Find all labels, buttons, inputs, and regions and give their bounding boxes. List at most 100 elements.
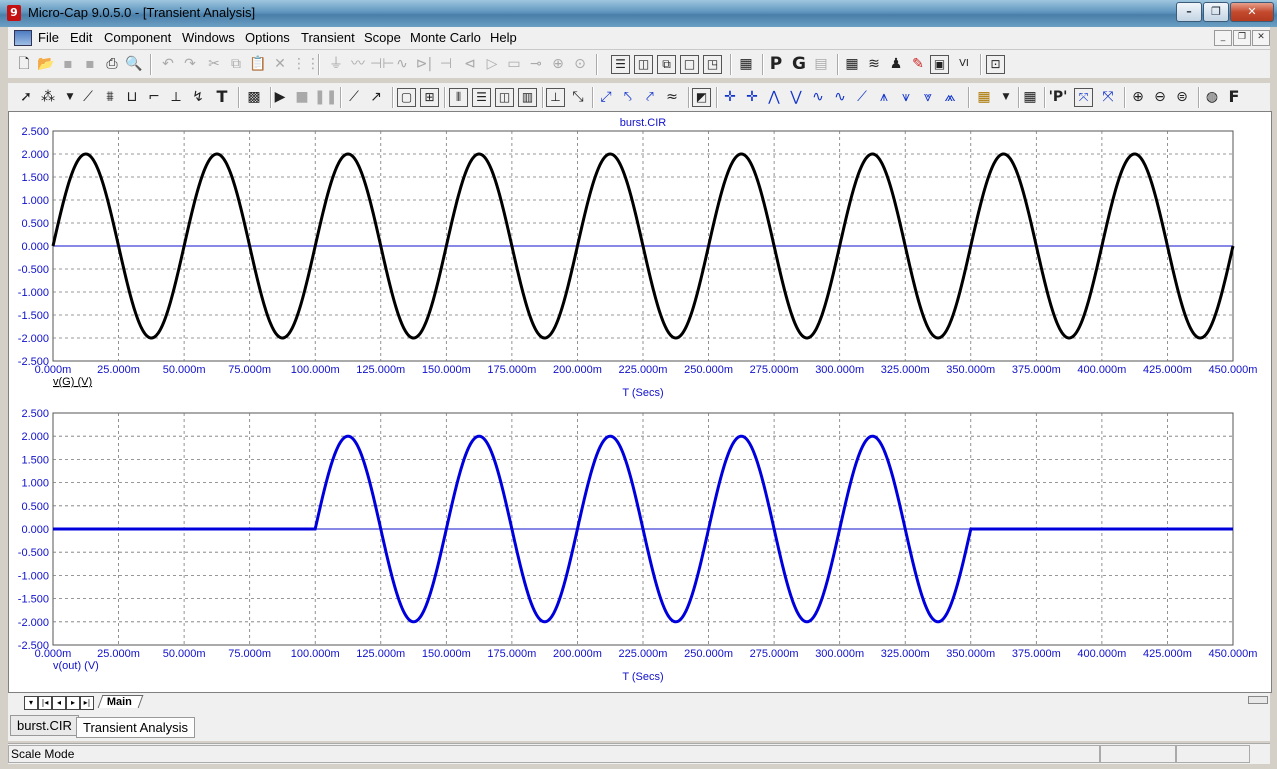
menu-help[interactable]: Help bbox=[490, 30, 517, 45]
tile-horizontal-icon[interactable]: ☰ bbox=[611, 55, 630, 74]
rectangle-tool-icon[interactable]: ▢ bbox=[397, 88, 416, 107]
zoom-out-icon[interactable]: ⊖ bbox=[1150, 87, 1170, 107]
mdi-restore-button[interactable]: ❐ bbox=[1233, 30, 1251, 46]
next-point-icon[interactable]: ✛ bbox=[720, 87, 740, 107]
frame-icon[interactable]: ▣ bbox=[930, 55, 949, 74]
plot-canvas[interactable]: 0.000m 25.000m 50.000m 75.000m 100.000m 125.0… bbox=[9, 112, 1271, 692]
tracker-off-icon[interactable]: ⤧ bbox=[1098, 87, 1118, 107]
print-icon[interactable]: ⎙ bbox=[102, 54, 122, 74]
close-button[interactable]: ✕ bbox=[1230, 2, 1274, 22]
capacitor-icon[interactable]: ⊣⊢ bbox=[370, 54, 394, 74]
minimize-button[interactable]: – bbox=[1176, 2, 1202, 22]
tab-transient-analysis[interactable]: Transient Analysis bbox=[76, 717, 196, 738]
column-icon[interactable]: ◫ bbox=[495, 88, 514, 107]
cascade-icon[interactable]: ⧉ bbox=[657, 55, 676, 74]
menu-component[interactable]: Component bbox=[104, 30, 171, 45]
diode-icon[interactable]: ⊳| bbox=[414, 54, 434, 74]
tag-icon[interactable]: ⊔ bbox=[122, 87, 142, 107]
probe-icon[interactable]: ⊙ bbox=[570, 54, 590, 74]
pause-icon[interactable]: ❚❚ bbox=[314, 87, 337, 107]
cursor-left-icon[interactable]: ⤢ bbox=[596, 87, 616, 107]
select-arrow-icon[interactable]: ➚ bbox=[16, 87, 36, 107]
slope-icon[interactable]: ⤡ bbox=[568, 87, 588, 107]
top-icon[interactable]: ⩔ bbox=[918, 87, 938, 107]
title-bar[interactable]: 9 Micro-Cap 9.0.5.0 - [Transient Analysi… bbox=[0, 0, 1277, 27]
stop-icon[interactable]: ■ bbox=[292, 87, 312, 107]
menu-monte-carlo[interactable]: Monte Carlo bbox=[410, 30, 481, 45]
prev-tab-icon[interactable]: ◂ bbox=[52, 696, 66, 710]
micro-cap-logo-icon[interactable]: 9 bbox=[7, 5, 21, 21]
animate-icon[interactable]: ◩ bbox=[692, 88, 711, 107]
cursor-right-icon[interactable]: ⤣ bbox=[618, 87, 638, 107]
delete-icon[interactable]: ✕ bbox=[270, 54, 290, 74]
font-icon[interactable]: F bbox=[1224, 87, 1244, 107]
globe-icon[interactable]: ◍ bbox=[1202, 87, 1222, 107]
multi-select-icon[interactable]: ⁂ bbox=[38, 87, 58, 107]
opamp-icon[interactable]: ▷ bbox=[482, 54, 502, 74]
p-tag-icon[interactable]: 'P' bbox=[1048, 87, 1068, 107]
data-points-dropdown-icon[interactable]: ▼ bbox=[996, 87, 1016, 107]
horizontal-scroll-thumb[interactable] bbox=[1248, 696, 1268, 704]
p-key-icon[interactable]: P bbox=[766, 54, 786, 74]
cut-icon[interactable]: ✂ bbox=[204, 54, 224, 74]
baseline-icon[interactable]: ⊥ bbox=[546, 88, 565, 107]
arrow-line-icon[interactable]: ↗ bbox=[366, 87, 386, 107]
plot-area[interactable]: 0.000m 25.000m 50.000m 75.000m 100.000m 125.0… bbox=[8, 111, 1272, 693]
properties-icon[interactable]: ▩ bbox=[244, 87, 264, 107]
maximize-window-icon[interactable]: □ bbox=[680, 55, 699, 74]
mdi-minimize-button[interactable]: _ bbox=[1214, 30, 1232, 46]
menu-transient[interactable]: Transient bbox=[301, 30, 355, 45]
menu-file[interactable]: File bbox=[38, 30, 59, 45]
redo-icon[interactable]: ↷ bbox=[180, 54, 200, 74]
new-file-icon[interactable]: 🗋 bbox=[14, 54, 34, 74]
tab-circuit[interactable]: burst.CIR bbox=[10, 715, 79, 736]
switch-icon[interactable]: ⊸ bbox=[526, 54, 546, 74]
calculator-icon[interactable]: ▦ bbox=[736, 54, 756, 74]
high-icon[interactable]: ∿ bbox=[808, 87, 828, 107]
menu-options[interactable]: Options bbox=[245, 30, 290, 45]
valley-icon[interactable]: ⋁ bbox=[786, 87, 806, 107]
horizontal-lines-icon[interactable]: ☰ bbox=[472, 88, 491, 107]
copy-icon[interactable]: ⧉ bbox=[226, 54, 246, 74]
zoom-in-icon[interactable]: ⊕ bbox=[1128, 87, 1148, 107]
inductor-icon[interactable]: ∿ bbox=[392, 54, 412, 74]
source-icon[interactable]: ⊕ bbox=[548, 54, 568, 74]
menu-scope[interactable]: Scope bbox=[364, 30, 401, 45]
line-tool-icon[interactable]: ⟋ bbox=[344, 87, 364, 107]
inflection-icon[interactable]: ⟋ bbox=[852, 87, 872, 107]
scale-icon[interactable]: ⟋ bbox=[78, 87, 98, 107]
macro-icon[interactable]: ▭ bbox=[504, 54, 524, 74]
run-icon[interactable]: ▶ bbox=[270, 87, 290, 107]
peak-icon[interactable]: ⋀ bbox=[764, 87, 784, 107]
text-tool-icon[interactable]: T bbox=[212, 87, 232, 107]
point-tag-icon[interactable]: ⌐ bbox=[144, 87, 164, 107]
zoom-window-icon[interactable]: ⊡ bbox=[986, 55, 1005, 74]
split-window-icon[interactable]: ◳ bbox=[703, 55, 722, 74]
previous-point-icon[interactable]: ✛ bbox=[742, 87, 762, 107]
paste-icon[interactable]: 📋 bbox=[248, 54, 268, 74]
pen-icon[interactable]: ✎ bbox=[908, 54, 928, 74]
npn-transistor-icon[interactable]: ⊲ bbox=[460, 54, 480, 74]
resistor-icon[interactable]: 〰 bbox=[348, 54, 368, 74]
menu-edit[interactable]: Edit bbox=[70, 30, 92, 45]
next-tab-icon[interactable]: ▸ bbox=[66, 696, 80, 710]
data-points-icon[interactable]: ▦ bbox=[974, 87, 994, 107]
grid-tool-icon[interactable]: ⊞ bbox=[420, 88, 439, 107]
vertical-lines-icon[interactable]: ⦀ bbox=[449, 88, 468, 107]
battery-icon[interactable]: ⊣ bbox=[436, 54, 456, 74]
mdi-close-button[interactable]: ✕ bbox=[1252, 30, 1270, 46]
save-icon[interactable]: ▪ bbox=[58, 54, 78, 74]
dropdown-arrow-icon[interactable]: ▼ bbox=[60, 87, 80, 107]
open-folder-icon[interactable]: 📂 bbox=[36, 54, 56, 74]
user-icon[interactable]: ♟ bbox=[886, 54, 906, 74]
zoom-fit-icon[interactable]: ⊜ bbox=[1172, 87, 1192, 107]
save-all-icon[interactable]: ▪ bbox=[80, 54, 100, 74]
global-low-icon[interactable]: ⩛ bbox=[896, 87, 916, 107]
restore-button[interactable]: ❐ bbox=[1203, 2, 1229, 22]
numeric-output-icon[interactable]: ▦ bbox=[1020, 87, 1040, 107]
vi-display-icon[interactable]: VI bbox=[954, 54, 974, 74]
trace-icon[interactable]: ⩩ bbox=[100, 87, 120, 107]
first-tab-icon[interactable]: |◂ bbox=[38, 696, 52, 710]
document-icon[interactable] bbox=[14, 30, 32, 46]
columns-icon[interactable]: ▥ bbox=[518, 88, 537, 107]
